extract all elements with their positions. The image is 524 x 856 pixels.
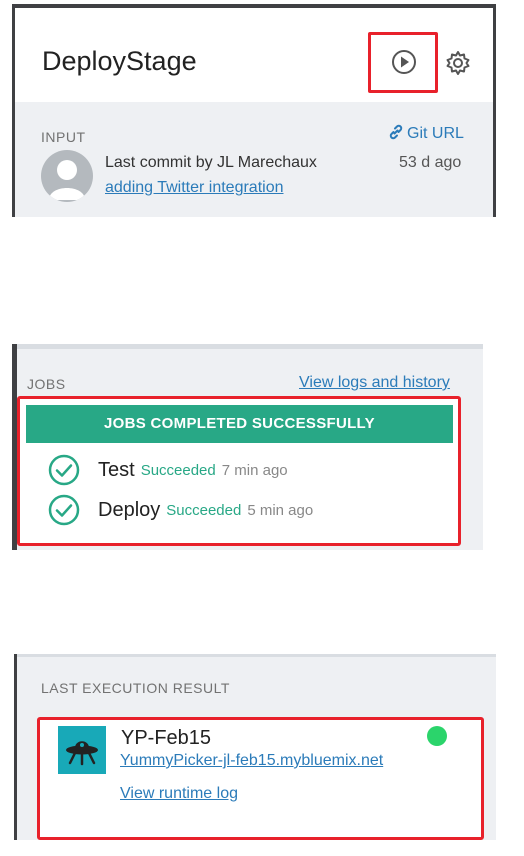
job-time: 5 min ago [247,501,314,519]
commit-author-text: Last commit by JL Marechaux [105,154,317,171]
app-url-link[interactable]: YummyPicker-jl-feb15.mybluemix.net [120,752,383,770]
input-label: INPUT [41,129,86,145]
stage-header: DeployStage [15,8,493,102]
job-status: Succeeded [140,461,216,479]
git-url-link[interactable]: Git URL [388,124,464,143]
job-time: 7 min ago [221,461,288,479]
last-execution-card: LAST EXECUTION RESULT YP-Feb15 YummyPick… [14,654,496,840]
run-stage-highlight [368,32,438,93]
job-row-test[interactable]: Test Succeeded 7 min ago [48,452,288,488]
avatar [41,150,93,202]
view-runtime-log-link[interactable]: View runtime log [120,785,238,803]
job-name: Test [98,458,135,481]
app-name: YP-Feb15 [121,727,212,749]
jobs-status-banner: JOBS COMPLETED SUCCESSFULLY [26,405,453,443]
check-circle-icon [48,454,80,486]
commit-age: 53 d ago [399,154,462,171]
card-edge [14,654,17,840]
job-row-deploy[interactable]: Deploy Succeeded 5 min ago [48,492,313,528]
gear-icon[interactable] [445,50,471,81]
git-url-label: Git URL [407,125,464,142]
check-circle-icon [48,494,80,526]
job-name: Deploy [98,498,161,521]
ufo-app-icon [58,726,106,774]
stage-card: DeployStage INPUT Git URL Last commit by… [12,4,496,217]
card-divider [17,344,483,349]
job-status: Succeeded [166,501,242,519]
app-status-indicator [427,726,447,746]
view-logs-link[interactable]: View logs and history [299,374,450,392]
commit-message-link[interactable]: adding Twitter integration [105,179,283,197]
link-icon [389,124,403,140]
card-divider [17,654,496,657]
jobs-label: JOBS [27,376,66,392]
last-execution-label: LAST EXECUTION RESULT [41,680,230,696]
play-circle-icon[interactable] [391,49,417,80]
input-section: INPUT Git URL Last commit by JL Marechau… [15,102,493,217]
jobs-card: JOBS View logs and history JOBS COMPLETE… [12,344,483,550]
stage-title: DeployStage [42,46,197,76]
